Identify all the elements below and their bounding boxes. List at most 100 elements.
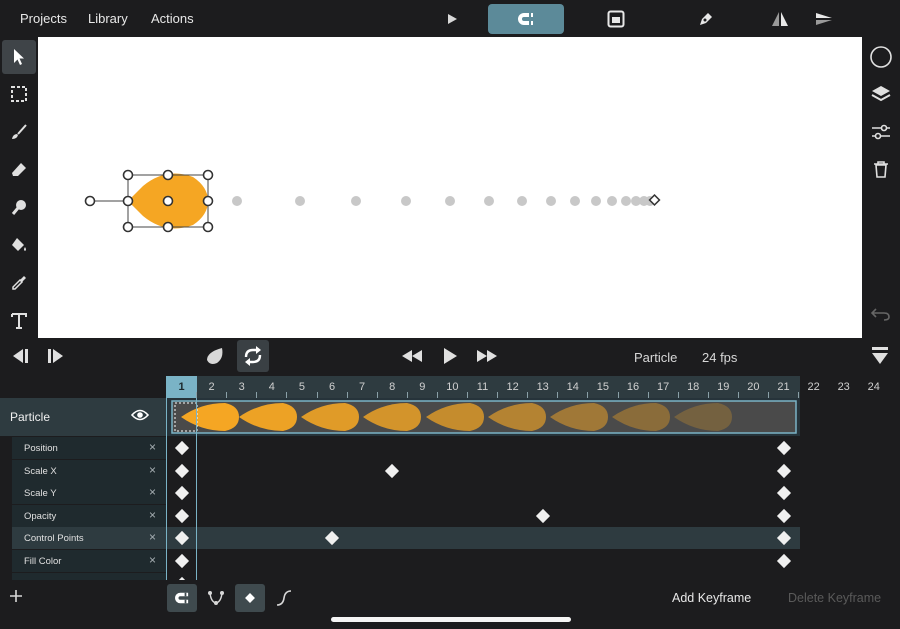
frame-number[interactable]: 16 bbox=[618, 381, 648, 393]
layers-button[interactable] bbox=[864, 77, 898, 111]
keyframe-marker[interactable] bbox=[174, 463, 189, 478]
undo-button[interactable] bbox=[864, 297, 898, 331]
pen-tool-button[interactable] bbox=[690, 6, 722, 32]
keyframe-marker[interactable] bbox=[776, 508, 791, 523]
marquee-tool[interactable] bbox=[2, 77, 36, 111]
layer-frames-strip[interactable] bbox=[166, 398, 800, 436]
property-label: Fill Color bbox=[24, 556, 62, 567]
remove-property-button[interactable]: × bbox=[149, 440, 156, 454]
keyframe-marker[interactable] bbox=[776, 486, 791, 501]
frame-number[interactable]: 17 bbox=[648, 381, 678, 393]
smudge-icon bbox=[11, 200, 26, 215]
remove-property-button[interactable]: × bbox=[149, 508, 156, 522]
play-icon bbox=[448, 14, 457, 24]
arrow-icon bbox=[14, 49, 24, 65]
keyframe-marker[interactable] bbox=[535, 508, 550, 523]
canvas-settings-button[interactable] bbox=[600, 6, 632, 32]
motion-path bbox=[232, 196, 655, 206]
sliders-icon bbox=[872, 124, 890, 140]
motion-path-button[interactable] bbox=[201, 584, 231, 612]
fast-forward-button[interactable] bbox=[471, 340, 503, 372]
keyframe-marker[interactable] bbox=[174, 440, 189, 456]
frame-number[interactable]: 2 bbox=[197, 381, 227, 393]
text-tool[interactable] bbox=[2, 304, 36, 338]
onion-skin-button[interactable] bbox=[199, 340, 231, 372]
rewind-icon bbox=[402, 350, 422, 362]
actions-menu[interactable]: Actions bbox=[151, 11, 194, 26]
eyedropper-icon bbox=[12, 276, 26, 290]
library-menu[interactable]: Library bbox=[88, 11, 128, 26]
keyframe-marker[interactable] bbox=[174, 553, 189, 569]
frame-number[interactable]: 18 bbox=[678, 381, 708, 393]
keyframe-marker[interactable] bbox=[776, 553, 791, 569]
frame-number[interactable]: 5 bbox=[287, 381, 317, 393]
frame-number[interactable]: 14 bbox=[558, 381, 588, 393]
projects-menu[interactable]: Projects bbox=[20, 11, 67, 26]
delete-button[interactable] bbox=[864, 152, 898, 186]
rewind-button[interactable] bbox=[396, 340, 428, 372]
adjust-button[interactable] bbox=[864, 115, 898, 149]
brush-tool[interactable] bbox=[2, 115, 36, 149]
frame-number[interactable]: 8 bbox=[377, 381, 407, 393]
eyedropper-tool[interactable] bbox=[2, 266, 36, 300]
remove-property-button[interactable]: × bbox=[149, 530, 156, 544]
frame-number[interactable]: 12 bbox=[498, 381, 528, 393]
easing-curve-button[interactable] bbox=[269, 584, 299, 612]
keyframe-marker[interactable] bbox=[385, 463, 400, 478]
select-tool[interactable] bbox=[2, 40, 36, 74]
marquee-icon bbox=[11, 86, 27, 102]
flip-vertical-button[interactable] bbox=[808, 6, 840, 32]
frame-number[interactable]: 10 bbox=[437, 381, 467, 393]
loop-toggle-button[interactable] bbox=[237, 340, 269, 372]
frame-number[interactable]: 15 bbox=[588, 381, 618, 393]
keyframe-marker[interactable] bbox=[174, 486, 189, 501]
frame-number[interactable]: 9 bbox=[407, 381, 437, 393]
drawing-canvas[interactable] bbox=[38, 37, 862, 338]
keyframe-marker[interactable] bbox=[174, 508, 189, 523]
frame-number[interactable]: 19 bbox=[708, 381, 738, 393]
frame-thumbnails bbox=[171, 400, 797, 434]
layer-name: Particle bbox=[10, 410, 51, 424]
fps-label[interactable]: 24 fps bbox=[702, 350, 737, 365]
next-frame-button[interactable] bbox=[41, 340, 73, 372]
keyframe-marker[interactable] bbox=[776, 463, 791, 478]
frame-number[interactable]: 11 bbox=[468, 381, 498, 393]
snap-toggle-button[interactable] bbox=[488, 4, 564, 34]
remove-property-button[interactable]: × bbox=[149, 553, 156, 567]
add-keyframe-button[interactable]: Add Keyframe bbox=[672, 591, 751, 605]
property-label: Control Points bbox=[24, 533, 84, 545]
merge-layers-button[interactable] bbox=[864, 340, 896, 372]
play-preview-button[interactable] bbox=[436, 6, 468, 32]
add-layer-button[interactable] bbox=[8, 588, 24, 609]
play-button[interactable] bbox=[434, 340, 466, 372]
frame-number[interactable]: 20 bbox=[738, 381, 768, 393]
frame-number[interactable]: 4 bbox=[257, 381, 287, 393]
eraser-icon bbox=[12, 163, 26, 176]
path-icon bbox=[208, 591, 224, 605]
fill-tool[interactable] bbox=[2, 228, 36, 262]
frame-number[interactable]: 13 bbox=[528, 381, 558, 393]
plus-icon bbox=[10, 590, 22, 602]
frame-number[interactable]: 22 bbox=[799, 381, 829, 393]
color-picker-button[interactable] bbox=[864, 40, 898, 74]
keyframe-marker[interactable] bbox=[776, 440, 791, 456]
eraser-tool[interactable] bbox=[2, 153, 36, 187]
keyframe-mode-button[interactable] bbox=[235, 584, 265, 612]
visibility-toggle[interactable] bbox=[130, 408, 150, 427]
remove-property-button[interactable]: × bbox=[149, 485, 156, 499]
frame-number[interactable]: 3 bbox=[227, 381, 257, 393]
frame-number[interactable]: 23 bbox=[829, 381, 859, 393]
frame-number[interactable]: 1 bbox=[167, 381, 197, 393]
delete-keyframe-button[interactable]: Delete Keyframe bbox=[788, 591, 881, 605]
frame-number[interactable]: 24 bbox=[859, 381, 889, 393]
frame-number[interactable]: 6 bbox=[317, 381, 347, 393]
frame-number[interactable]: 7 bbox=[347, 381, 377, 393]
frame-number[interactable]: 21 bbox=[769, 381, 799, 393]
prev-frame-button[interactable] bbox=[3, 340, 35, 372]
onion-skin-icon bbox=[207, 348, 223, 364]
remove-property-button[interactable]: × bbox=[149, 463, 156, 477]
snap-keyframes-button[interactable] bbox=[167, 584, 197, 612]
layer-row[interactable]: Particle bbox=[0, 398, 166, 436]
smudge-tool[interactable] bbox=[2, 190, 36, 224]
flip-horizontal-button[interactable] bbox=[764, 6, 796, 32]
